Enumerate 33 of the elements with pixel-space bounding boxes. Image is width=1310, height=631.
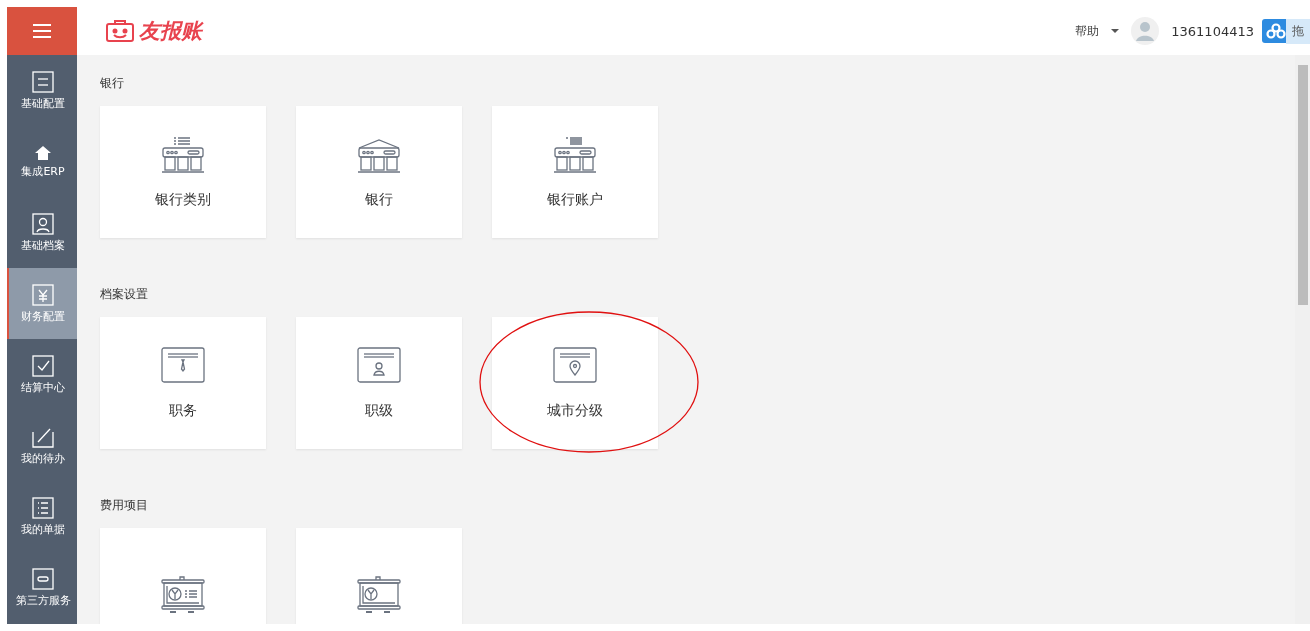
bank-icon bbox=[552, 135, 598, 175]
person-card-icon bbox=[356, 346, 402, 386]
settings-card[interactable]: 城市分级 bbox=[492, 317, 658, 449]
home-icon bbox=[34, 144, 52, 161]
tie-icon bbox=[160, 346, 206, 386]
settings-card[interactable] bbox=[296, 528, 462, 624]
settings-card[interactable] bbox=[100, 528, 266, 624]
settings-card[interactable]: 银行账户 bbox=[492, 106, 658, 238]
bank-icon bbox=[160, 135, 206, 175]
settings-card[interactable]: 银行 bbox=[296, 106, 462, 238]
location-pin-icon bbox=[552, 346, 598, 386]
settings-card[interactable]: 职级 bbox=[296, 317, 462, 449]
help-link[interactable]: 帮助 bbox=[1075, 22, 1100, 40]
menu-icon bbox=[33, 24, 51, 38]
user-phone-number: 1361104413 bbox=[1171, 23, 1254, 39]
logo-text: 友报账 bbox=[139, 18, 202, 45]
settings-card[interactable]: 银行类别 bbox=[100, 106, 266, 238]
briefcase-smile-logo-icon bbox=[105, 20, 135, 42]
caret-icon[interactable] bbox=[1111, 29, 1120, 33]
yen-icon bbox=[32, 283, 54, 306]
drag-widget[interactable]: 拖 bbox=[1262, 19, 1310, 43]
list-icon bbox=[32, 496, 54, 519]
avatar-icon[interactable] bbox=[1131, 17, 1160, 45]
person-icon bbox=[32, 212, 54, 235]
section-title: 档案设置 bbox=[100, 286, 149, 303]
presentation-board-icon bbox=[356, 574, 402, 614]
section-title: 银行 bbox=[100, 75, 125, 92]
menu-button[interactable] bbox=[7, 7, 77, 55]
section-title: 费用项目 bbox=[100, 497, 149, 514]
settings-card[interactable]: 职务 bbox=[100, 317, 266, 449]
checkmark-icon bbox=[32, 354, 54, 377]
presentation-board-icon bbox=[160, 574, 206, 614]
cloud-icon bbox=[1266, 23, 1286, 39]
